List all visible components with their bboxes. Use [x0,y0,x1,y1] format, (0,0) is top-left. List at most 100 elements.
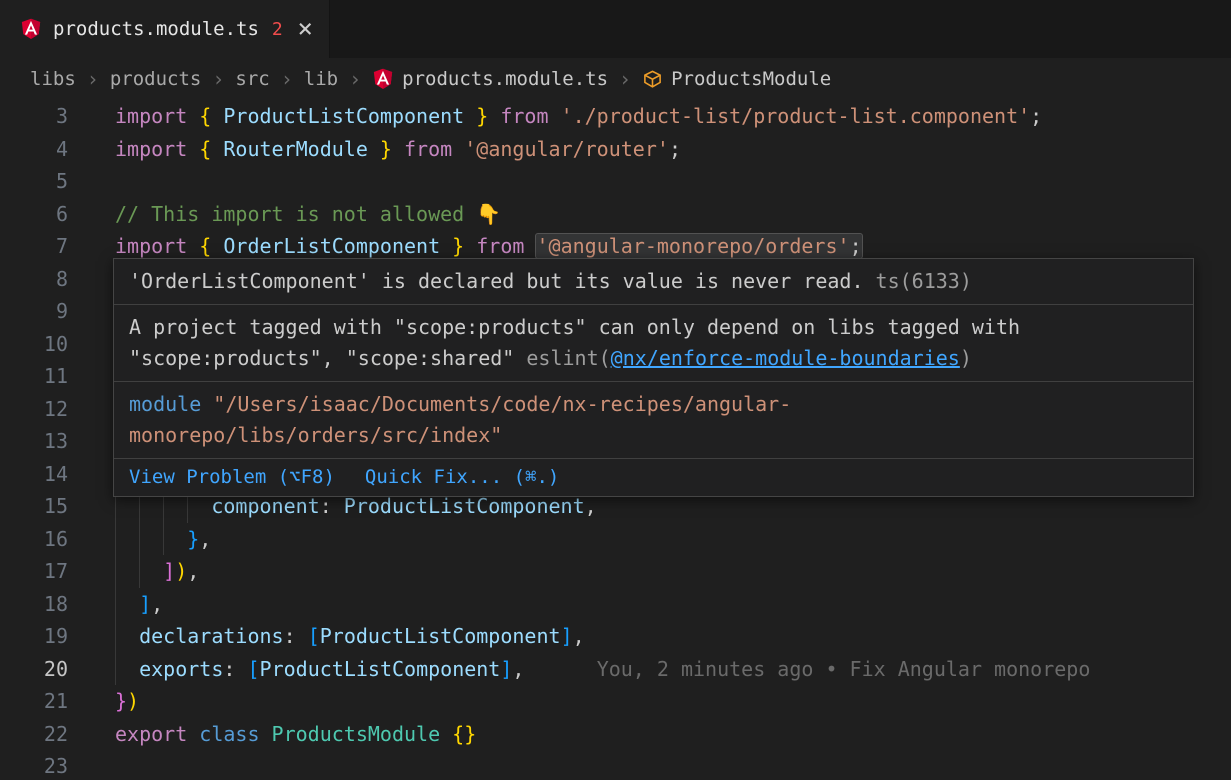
code-line[interactable]: 21}) [0,685,1231,718]
code-line[interactable]: 16 }, [0,523,1231,556]
module-path-line2: monorepo/libs/orders/src/index" [129,420,1178,451]
hover-module-path: module "/Users/isaac/Documents/code/nx-r… [114,381,1193,458]
indent-guide [115,620,116,653]
code-text[interactable]: declarations: [ProductListComponent], [115,620,1231,653]
line-number[interactable]: 6 [0,198,68,231]
line-number[interactable]: 9 [0,295,68,328]
code-text[interactable]: exports: [ProductListComponent],You, 2 m… [115,653,1231,686]
module-keyword: module [129,392,201,416]
breadcrumb-separator: › [212,67,224,91]
eslint-message-line1: A project tagged with "scope:products" c… [129,312,1178,343]
breadcrumb-item-products-module-ts[interactable]: products.module.ts [372,68,608,90]
line-number[interactable]: 8 [0,263,68,296]
breadcrumb-item-products[interactable]: products [110,68,202,90]
indent-guide [163,523,164,556]
code-text[interactable] [115,165,1231,198]
code-line[interactable]: 18 ], [0,588,1231,621]
line-number[interactable]: 15 [0,490,68,523]
code-text[interactable]: export class ProductsModule {} [115,718,1231,751]
hover-ts-message: 'OrderListComponent' is declared but its… [114,259,1193,304]
line-number[interactable]: 12 [0,393,68,426]
breadcrumb-item-lib[interactable]: lib [304,68,338,90]
breadcrumb-item-productsmodule[interactable]: ProductsModule [642,68,831,90]
indent-guide [139,523,140,556]
class-symbol-icon [642,69,663,90]
breadcrumb-item-label: products.module.ts [402,68,608,90]
code-text[interactable]: }) [115,685,1231,718]
close-tab-icon[interactable]: × [297,16,313,42]
angular-icon [372,68,394,90]
breadcrumb-item-label: products [110,68,202,90]
line-number[interactable]: 16 [0,523,68,556]
code-line[interactable]: 3 import { ProductListComponent } from '.… [0,100,1231,133]
line-number[interactable]: 21 [0,685,68,718]
module-path-line1-text: "/Users/isaac/Documents/code/nx-recipes/… [201,392,791,416]
line-number[interactable]: 7 [0,230,68,263]
line-number[interactable]: 13 [0,425,68,458]
eslint-message-line2-text: "scope:products", "scope:shared" [129,346,526,370]
ts-message-text: 'OrderListComponent' is declared but its… [129,269,864,293]
module-path-line2-text: monorepo/libs/orders/src/index" [129,423,502,447]
code-line[interactable]: 17 ]), [0,555,1231,588]
line-number[interactable]: 23 [0,750,68,780]
line-number[interactable]: 19 [0,620,68,653]
angular-icon [20,18,42,40]
breadcrumb-item-label: lib [304,68,338,90]
code-editor: 3 import { ProductListComponent } from '.… [0,100,1231,780]
breadcrumb-separator: › [87,67,99,91]
eslint-source-open: eslint( [526,346,610,370]
breadcrumb-separator: › [619,67,631,91]
inline-blame: You, 2 minutes ago • Fix Angular monorep… [597,657,1091,681]
breadcrumb-separator: › [349,67,361,91]
line-number[interactable]: 10 [0,328,68,361]
module-path-line1: module "/Users/isaac/Documents/code/nx-r… [129,389,1178,420]
tab-products-module-ts[interactable]: products.module.ts 2 × [0,0,330,58]
diagnostic-hover-popup: 'OrderListComponent' is declared but its… [113,258,1194,497]
line-number[interactable]: 20 [0,653,68,686]
tab-bar: products.module.ts 2 × [0,0,1231,58]
hover-actions-bar: View Problem (⌥F8) Quick Fix... (⌘.) [114,458,1193,496]
code-line[interactable]: 5 [0,165,1231,198]
indent-guide [115,588,116,621]
eslint-rule-link[interactable]: @nx/enforce-module-boundaries [611,346,960,370]
breadcrumb: libs › products › src › lib › products.module.ts… [0,58,1231,100]
line-number[interactable]: 5 [0,165,68,198]
word-highlight: '@angular-monorepo/orders'; [536,234,861,258]
indent-guide [115,523,116,556]
code-line[interactable]: 20 exports: [ProductListComponent],You, … [0,653,1231,686]
code-text[interactable]: ], [115,588,1231,621]
line-number[interactable]: 11 [0,360,68,393]
line-number[interactable]: 17 [0,555,68,588]
hover-eslint-message: A project tagged with "scope:products" c… [114,304,1193,381]
code-line[interactable]: 4 import { RouterModule } from '@angular/… [0,133,1231,166]
code-text[interactable]: // This import is not allowed 👇 [115,198,1231,231]
code-text[interactable] [115,750,1231,780]
eslint-message-line2: "scope:products", "scope:shared" eslint(… [129,343,1178,374]
code-line[interactable]: 6 // This import is not allowed 👇 [0,198,1231,231]
code-text[interactable]: ]), [115,555,1231,588]
code-text[interactable]: import { ProductListComponent } from './… [115,100,1231,133]
view-problem-action[interactable]: View Problem (⌥F8) [129,462,335,493]
code-text[interactable]: import { RouterModule } from '@angular/r… [115,133,1231,166]
line-number[interactable]: 18 [0,588,68,621]
ts-error-code: ts(6133) [864,269,972,293]
breadcrumb-item-label: ProductsModule [671,68,831,90]
code-text[interactable]: }, [115,523,1231,556]
indent-guide [139,555,140,588]
tab-error-count-badge: 2 [272,19,283,40]
line-number[interactable]: 14 [0,458,68,491]
line-number[interactable]: 4 [0,133,68,166]
breadcrumb-item-libs[interactable]: libs [30,68,76,90]
indent-guide [115,653,116,686]
breadcrumb-item-src[interactable]: src [235,68,269,90]
line-number[interactable]: 3 [0,100,68,133]
code-line[interactable]: 22 export class ProductsModule {} [0,718,1231,751]
tab-title: products.module.ts [53,18,259,40]
breadcrumb-separator: › [281,67,293,91]
code-line[interactable]: 19 declarations: [ProductListComponent], [0,620,1231,653]
vscode-window: products.module.ts 2 × libs › products › src… [0,0,1231,780]
code-line[interactable]: 23 [0,750,1231,780]
line-number[interactable]: 22 [0,718,68,751]
breadcrumb-item-label: libs [30,68,76,90]
quick-fix-action[interactable]: Quick Fix... (⌘.) [365,462,559,493]
